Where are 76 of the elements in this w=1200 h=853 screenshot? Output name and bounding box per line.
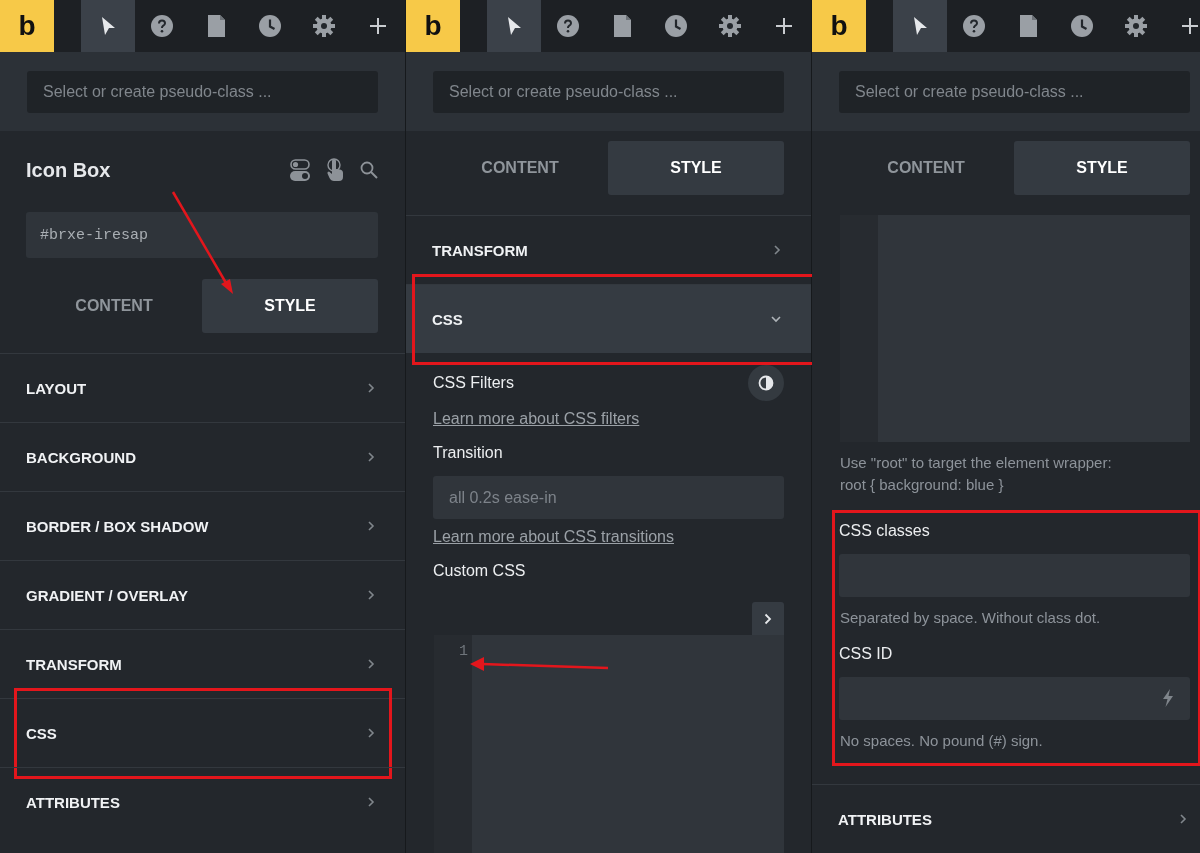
accordion-section[interactable]: BACKGROUND [0, 422, 405, 491]
chevron-right-icon [368, 797, 375, 807]
chevron-right-icon [368, 521, 375, 531]
element-title: Icon Box [26, 158, 111, 182]
chevron-right-icon [368, 452, 375, 462]
panel-tab[interactable]: STYLE [202, 279, 378, 333]
logo[interactable]: b [0, 0, 54, 52]
pseudo-class-field[interactable]: Select or create pseudo-class ... [27, 70, 378, 113]
accordion-section[interactable]: BORDER / BOX SHADOW [0, 491, 405, 560]
filter-button[interactable] [748, 365, 784, 401]
chevron-right-icon [764, 612, 772, 625]
pseudo-class-field[interactable]: Select or create pseudo-class ... [839, 70, 1190, 113]
hand-pointer-icon[interactable] [326, 158, 344, 182]
cursor-icon [912, 16, 928, 36]
panel-tab[interactable]: CONTENT [26, 279, 202, 333]
add-icon [775, 17, 793, 35]
chevron-right-icon [368, 383, 375, 393]
pseudo-class-field[interactable]: Select or create pseudo-class ... [433, 70, 784, 113]
help-link[interactable]: Learn more about CSS filters [433, 410, 640, 428]
control-label: CSS ID [839, 645, 893, 663]
accordion-section[interactable]: GRADIENT / OVERLAY [0, 560, 405, 629]
cursor-icon [100, 16, 116, 36]
clock-icon [1071, 15, 1093, 37]
search-icon[interactable] [360, 161, 378, 179]
accordion-section[interactable]: ATTRIBUTES [812, 784, 1200, 853]
control-label: CSS classes [839, 522, 930, 540]
chevron-down-icon [771, 315, 781, 323]
accordion-section[interactable]: TRANSFORM [0, 629, 405, 698]
chevron-right-icon [368, 728, 375, 738]
input-field[interactable]: all 0.2s ease-in [433, 476, 784, 519]
panel-tab[interactable]: STYLE [608, 141, 784, 195]
toolbar-button[interactable] [893, 0, 947, 52]
chevron-right-icon [1180, 814, 1187, 824]
control-label: CSS Filters [433, 374, 514, 392]
add-icon [369, 17, 387, 35]
panel-tab[interactable]: CONTENT [432, 141, 608, 195]
toolbar-button[interactable] [487, 0, 541, 52]
toolbar-button[interactable] [81, 0, 135, 52]
chevron-right-icon [368, 659, 375, 669]
lightning-icon[interactable] [1162, 689, 1174, 707]
help-icon [151, 15, 173, 37]
hint-text: Use "root" to target the element wrapper: [840, 453, 1113, 473]
input-field[interactable] [839, 677, 1190, 720]
expand-button[interactable] [752, 602, 784, 635]
add-icon [1181, 17, 1199, 35]
settings-icon [719, 15, 741, 37]
logo[interactable]: b [406, 0, 460, 52]
toggle-icon[interactable] [290, 159, 310, 181]
clock-icon [259, 15, 281, 37]
control-label: Custom CSS [433, 562, 526, 580]
logo[interactable]: b [812, 0, 866, 52]
page-icon [613, 15, 631, 37]
hint-text: root { background: blue } [840, 475, 1005, 495]
accordion-section[interactable]: LAYOUT [0, 353, 405, 422]
settings-icon [313, 15, 335, 37]
accordion-section[interactable]: CSS [0, 698, 405, 767]
line-number: 1 [459, 643, 468, 660]
clock-icon [665, 15, 687, 37]
accordion-section[interactable]: ATTRIBUTES [0, 767, 405, 836]
panel-tab[interactable]: STYLE [1014, 141, 1190, 195]
settings-icon [1125, 15, 1147, 37]
help-link[interactable]: Learn more about CSS transitions [433, 528, 674, 546]
cursor-icon [506, 16, 522, 36]
element-id-field[interactable]: #brxe-iresap [26, 212, 378, 258]
page-icon [1019, 15, 1037, 37]
control-label: Transition [433, 444, 503, 462]
contrast-icon [758, 375, 774, 391]
page-icon [207, 15, 225, 37]
hint-text: Separated by space. Without class dot. [840, 608, 1102, 628]
accordion-section[interactable]: CSS [406, 284, 811, 353]
help-icon [557, 15, 579, 37]
chevron-right-icon [368, 590, 375, 600]
hint-text: No spaces. No pound (#) sign. [840, 731, 1044, 751]
panel-tab[interactable]: CONTENT [838, 141, 1014, 195]
help-icon [963, 15, 985, 37]
chevron-right-icon [774, 245, 781, 255]
